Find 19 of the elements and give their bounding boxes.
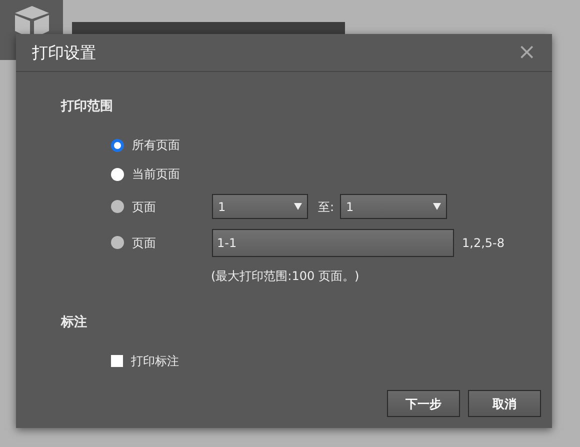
- caret-icon: [294, 203, 302, 210]
- caret-icon: [433, 203, 442, 210]
- to-label: 至:: [318, 198, 334, 216]
- radio-label: 所有页面: [132, 137, 181, 154]
- cancel-button[interactable]: 取消: [468, 390, 541, 417]
- section-heading: 打印范围: [61, 98, 114, 116]
- next-button[interactable]: 下一步: [387, 390, 460, 417]
- radio-button[interactable]: [111, 138, 124, 152]
- checkbox-label: 打印标注: [131, 352, 179, 370]
- checkbox[interactable]: [111, 354, 123, 366]
- dialog-title: 打印设置: [32, 42, 96, 64]
- radio-label: 当前页面: [132, 166, 181, 183]
- range-note: (最大打印范围:100 页面。): [210, 268, 360, 284]
- close-button[interactable]: ×: [518, 42, 536, 64]
- section-heading: 标注: [61, 314, 88, 332]
- radio-button[interactable]: [111, 168, 124, 180]
- radio-label: 页面: [132, 234, 157, 252]
- radio-label: 页面: [132, 198, 157, 216]
- format-hint: 1,2,5-8: [462, 234, 504, 252]
